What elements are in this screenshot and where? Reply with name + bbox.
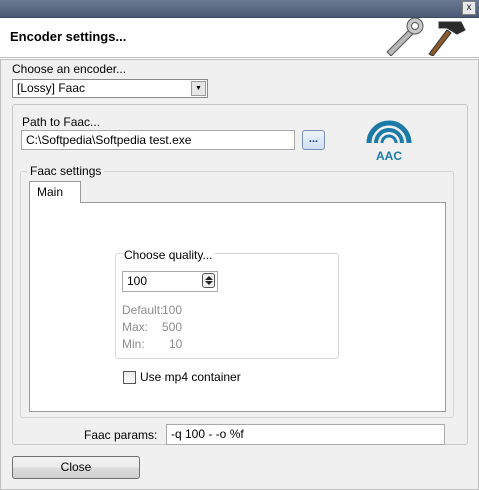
encoder-panel: Path to Faac... C:\Softpedia\Softpedia t… [12,104,468,445]
tab-main-page: Choose quality... 100 Default: 100 Max: … [29,202,446,412]
faac-settings-title: Faac settings [27,164,105,178]
quality-title: Choose quality... [123,248,214,262]
dropdown-arrow-icon[interactable]: ▼ [191,81,206,96]
params-label: Faac params: [84,428,158,442]
spin-button[interactable] [202,273,215,288]
encoder-selected-value: [Lossy] Faac [17,81,86,95]
max-label: Max: [122,320,149,334]
max-value: 500 [162,320,183,334]
min-value: 10 [169,337,183,351]
browse-button[interactable]: ... [302,130,325,150]
dialog-header: Encoder settings... [0,17,479,58]
quality-value: 100 [127,274,148,288]
path-label: Path to Faac... [22,115,101,129]
close-icon[interactable]: x [462,1,476,15]
default-label: Default: [122,303,164,317]
quality-box: Choose quality... 100 Default: 100 Max: … [115,248,339,359]
dialog-title: Encoder settings... [10,29,127,44]
default-value: 100 [162,303,183,317]
aac-logo-icon: AAC [366,120,412,163]
encoder-label: Choose an encoder... [12,62,127,76]
params-input[interactable]: -q 100 - -o %f [166,424,445,445]
path-input[interactable]: C:\Softpedia\Softpedia test.exe [21,130,295,150]
mp4-label: Use mp4 container [140,370,241,384]
dialog-body: Choose an encoder... [Lossy] Faac ▼ Path… [0,59,479,490]
min-label: Min: [122,337,145,351]
spin-down-icon[interactable] [205,281,213,285]
aac-logo-text: AAC [376,149,402,163]
tab-main[interactable]: Main [29,181,81,203]
mp4-checkbox[interactable] [123,371,136,384]
close-button[interactable]: Close [12,456,140,479]
encoder-select[interactable]: [Lossy] Faac ▼ [12,79,208,98]
quality-spinner[interactable]: 100 [122,271,218,292]
spin-up-icon[interactable] [205,276,213,280]
tools-icon [386,17,466,56]
faac-settings-group: Faac settings Main Choose quality... 100… [20,164,454,418]
